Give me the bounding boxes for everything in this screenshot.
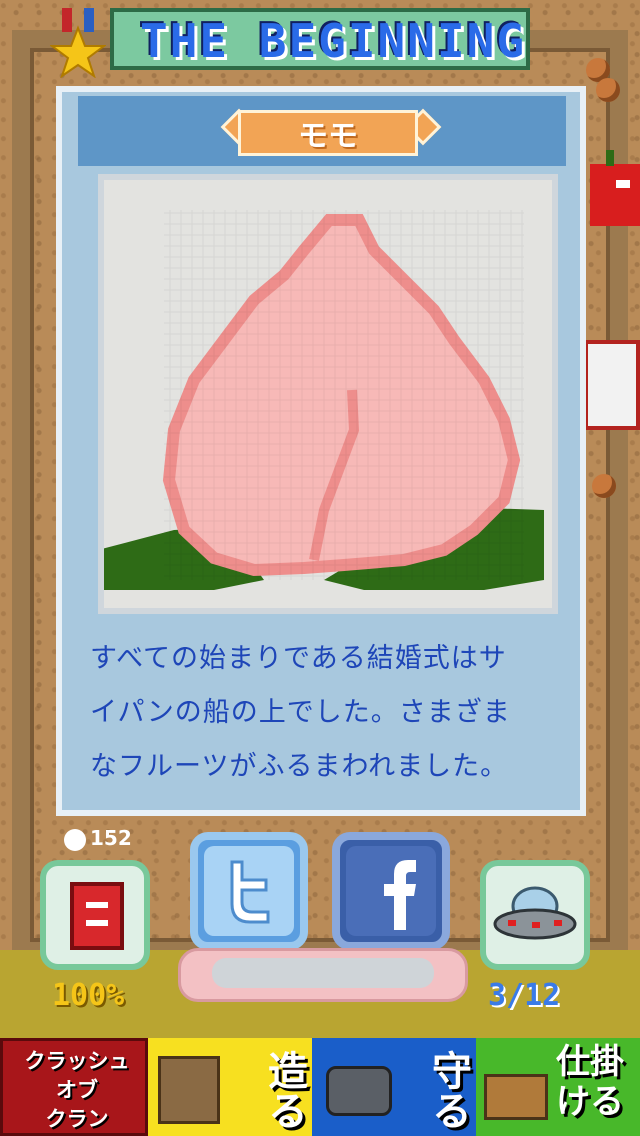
item-illustration: [98, 174, 558, 614]
item-name: モモ: [238, 110, 418, 156]
item-description: すべての始まりである結婚式はサ イパンの船の上でした。さまざま なフルーツがふる…: [90, 632, 560, 794]
description-line: イパンの船の上でした。さまざま: [90, 697, 511, 728]
apple-sticker-icon: [582, 150, 640, 230]
page-title: THE BEGINNING: [140, 14, 527, 68]
completion-percent: 100%: [52, 978, 125, 1013]
photo-sticker-icon: [584, 340, 640, 430]
book-icon: [70, 882, 124, 950]
pushpin-icon: [592, 474, 616, 498]
banner-brand-label: クラッシュ オブ クラン: [24, 1049, 130, 1131]
coin-icon: [64, 828, 86, 851]
collected-count: 3/12: [488, 978, 561, 1013]
banner-defend-label: 守る: [425, 1050, 471, 1130]
collection-card: モモ すべての始まりである結婚式はサ イパンの船の上でした。さまざま なフルーツ…: [56, 86, 586, 816]
twitter-share-button[interactable]: [190, 832, 308, 950]
facebook-icon: [346, 846, 436, 936]
peach-icon: [98, 210, 544, 590]
banner-build-label: 造る: [261, 1050, 307, 1130]
cannon-icon: [326, 1066, 392, 1116]
banner-brand[interactable]: クラッシュ オブ クラン: [0, 1038, 148, 1136]
banner-defend[interactable]: 守る: [312, 1038, 476, 1136]
album-button[interactable]: [40, 860, 150, 970]
card-header: モモ: [78, 96, 566, 166]
coin-count: 152: [90, 826, 132, 850]
coin-counter: 152: [64, 826, 132, 851]
banner-trap[interactable]: 仕掛ける: [476, 1038, 640, 1136]
ad-banner[interactable]: クラッシュ オブ クラン 造る 守る 仕掛ける: [0, 1038, 640, 1136]
ufo-button[interactable]: [480, 860, 590, 970]
description-line: なフルーツがふるまわれました。: [90, 751, 509, 782]
banner-trap-label: 仕掛ける: [556, 1042, 624, 1122]
banner-build[interactable]: 造る: [148, 1038, 312, 1136]
tower-icon: [158, 1056, 220, 1124]
ufo-icon: [493, 886, 577, 940]
facebook-share-button[interactable]: [332, 832, 450, 950]
ufo-stand: [212, 958, 434, 988]
star-medal-icon[interactable]: [49, 8, 107, 79]
pushpin-icon: [596, 78, 620, 102]
description-line: すべての始まりである結婚式はサ: [90, 643, 507, 674]
trap-icon: [484, 1074, 548, 1120]
twitter-icon: [204, 846, 294, 936]
